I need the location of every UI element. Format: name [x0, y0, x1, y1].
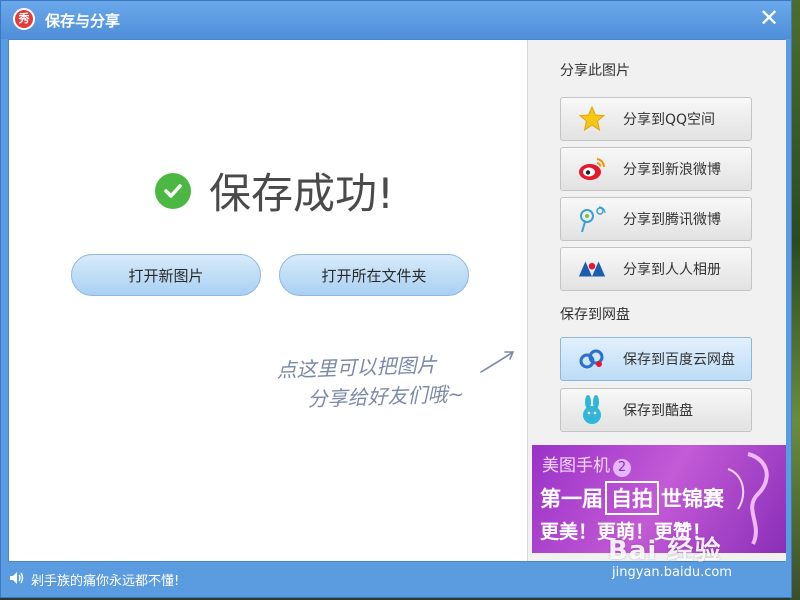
save-baidu-cloud-button[interactable]: 保存到百度云网盘	[560, 337, 752, 381]
ad-brand-num: 2	[613, 459, 631, 477]
check-icon	[155, 172, 191, 209]
success-text: 保存成功!	[209, 169, 394, 218]
title-bar: 秀 保存与分享 ✕	[1, 1, 791, 39]
share-heading: 分享此图片	[560, 63, 630, 79]
save-kupan-button[interactable]: 保存到酷盘	[560, 388, 752, 432]
ad-brand: 美图手机 2	[542, 451, 631, 477]
tencent-weibo-icon	[577, 204, 607, 234]
ad-headline-box: 自拍	[605, 481, 659, 515]
window-title: 保存与分享	[45, 12, 121, 30]
dialog-content: 保存成功! 打开新图片 打开所在文件夹 点这里可以把图片 分享给好友们哦~ 分享…	[8, 39, 786, 562]
share-item-label: 分享到人人相册	[623, 262, 721, 278]
ad-headline-a: 第一届	[540, 487, 603, 511]
share-qzone-button[interactable]: 分享到QQ空间	[560, 97, 752, 141]
ad-headline: 第一届 自拍 世锦赛	[540, 481, 724, 515]
qzone-star-icon	[577, 104, 607, 134]
watermark-url: jingyan.baidu.com	[612, 565, 732, 580]
save-item-label: 保存到百度云网盘	[623, 352, 735, 368]
share-item-label: 分享到腾讯微博	[623, 212, 721, 228]
share-item-label: 分享到新浪微博	[623, 162, 721, 178]
ad-brand-text: 美图手机	[542, 456, 610, 476]
main-panel: 保存成功! 打开新图片 打开所在文件夹 点这里可以把图片 分享给好友们哦~	[9, 40, 527, 561]
share-sidebar: 分享此图片 分享到QQ空间 分享到新浪微博 分享到腾讯微博 分享到人人相册 保存…	[527, 40, 786, 561]
open-new-image-button[interactable]: 打开新图片	[71, 254, 261, 296]
share-renren-button[interactable]: 分享到人人相册	[560, 247, 752, 291]
hand-drawn-arrow-icon	[480, 351, 515, 373]
baidu-cloud-icon	[577, 344, 607, 374]
status-message[interactable]: 剁手族的痛你永远都不懂!	[31, 570, 179, 589]
close-button[interactable]: ✕	[757, 6, 781, 31]
kupan-rabbit-icon	[577, 395, 607, 425]
share-sina-weibo-button[interactable]: 分享到新浪微博	[560, 147, 752, 191]
baidu-jingyan-watermark: Bai 经验	[608, 536, 722, 566]
save-share-dialog: 秀 保存与分享 ✕ 保存成功! 打开新图片 打开所在文件夹 点这里可以把图片 分…	[0, 0, 792, 598]
share-tencent-weibo-button[interactable]: 分享到腾讯微博	[560, 197, 752, 241]
save-heading: 保存到网盘	[560, 307, 630, 323]
share-hint: 点这里可以把图片 分享给好友们哦~	[276, 349, 465, 415]
open-folder-button[interactable]: 打开所在文件夹	[279, 254, 469, 296]
speaker-icon	[10, 572, 24, 584]
save-item-label: 保存到酷盘	[623, 403, 693, 419]
meitu-app-icon: 秀	[13, 8, 35, 30]
save-success-message: 保存成功!	[155, 160, 394, 221]
share-item-label: 分享到QQ空间	[623, 112, 716, 128]
sina-weibo-icon	[577, 154, 607, 184]
renren-icon	[577, 254, 607, 284]
